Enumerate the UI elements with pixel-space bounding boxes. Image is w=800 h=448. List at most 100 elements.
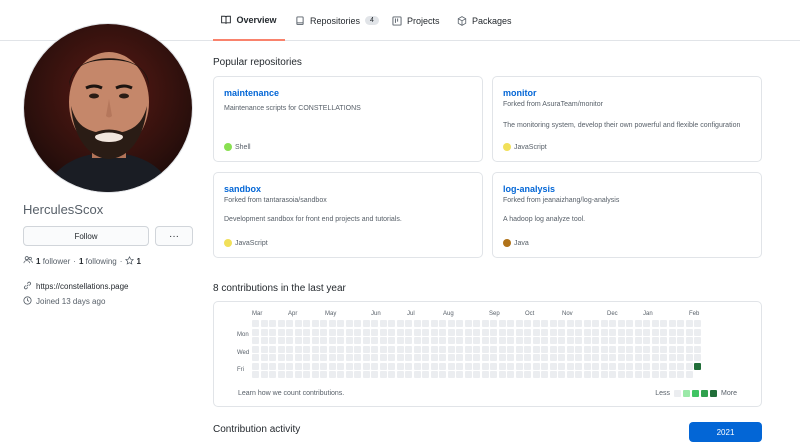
contribution-day-cell[interactable] bbox=[685, 328, 693, 336]
tab-packages[interactable]: Packages bbox=[457, 0, 512, 41]
contribution-day-cell[interactable] bbox=[473, 345, 480, 353]
contribution-day-cell[interactable] bbox=[583, 345, 591, 353]
contribution-day-cell[interactable] bbox=[634, 345, 642, 353]
contribution-day-cell[interactable] bbox=[617, 328, 625, 336]
contribution-day-cell[interactable] bbox=[413, 328, 421, 336]
contribution-day-cell[interactable] bbox=[481, 320, 489, 327]
contribution-day-cell[interactable] bbox=[490, 320, 497, 327]
repo-name-link[interactable]: log-analysis bbox=[503, 184, 555, 194]
contribution-day-cell[interactable] bbox=[660, 337, 667, 344]
contribution-day-cell[interactable] bbox=[430, 328, 438, 336]
contribution-day-cell[interactable] bbox=[354, 354, 361, 361]
contribution-day-cell[interactable] bbox=[583, 328, 591, 336]
contribution-day-cell[interactable] bbox=[651, 328, 659, 336]
contribution-day-cell[interactable] bbox=[277, 320, 285, 327]
contribution-day-cell[interactable] bbox=[515, 345, 523, 353]
contribution-day-cell[interactable] bbox=[447, 354, 455, 361]
contribution-day-cell[interactable] bbox=[337, 328, 344, 336]
contribution-day-cell[interactable] bbox=[566, 345, 574, 353]
contribution-day-cell[interactable] bbox=[311, 354, 319, 361]
contribution-day-cell[interactable] bbox=[677, 362, 684, 370]
contribution-day-cell[interactable] bbox=[379, 320, 387, 327]
contribution-day-cell[interactable] bbox=[396, 328, 404, 336]
contribution-day-cell[interactable] bbox=[549, 328, 557, 336]
contribution-day-cell[interactable] bbox=[592, 362, 599, 370]
contribution-day-cell[interactable] bbox=[396, 337, 404, 344]
contribution-day-cell[interactable] bbox=[634, 362, 642, 370]
contribution-day-cell[interactable] bbox=[507, 354, 514, 361]
contribution-day-cell[interactable] bbox=[252, 328, 259, 336]
contribution-day-cell[interactable] bbox=[405, 362, 412, 370]
contribution-day-cell[interactable] bbox=[447, 337, 455, 344]
contribution-day-cell[interactable] bbox=[320, 320, 327, 327]
contribution-day-cell[interactable] bbox=[609, 320, 616, 327]
contribution-day-cell[interactable] bbox=[252, 337, 259, 344]
contribution-day-cell[interactable] bbox=[303, 345, 310, 353]
contribution-day-cell[interactable] bbox=[464, 362, 472, 370]
contribution-day-cell[interactable] bbox=[371, 354, 378, 361]
contribution-day-cell[interactable] bbox=[277, 362, 285, 370]
contribution-day-cell[interactable] bbox=[354, 337, 361, 344]
contribution-day-cell[interactable] bbox=[498, 362, 506, 370]
contribution-day-cell[interactable] bbox=[413, 320, 421, 327]
contribution-day-cell[interactable] bbox=[685, 371, 693, 378]
contribution-day-cell[interactable] bbox=[311, 371, 319, 378]
contribution-day-cell[interactable] bbox=[362, 345, 370, 353]
contribution-day-cell[interactable] bbox=[371, 337, 378, 344]
contribution-day-cell[interactable] bbox=[507, 371, 514, 378]
contribution-day-cell[interactable] bbox=[677, 320, 684, 327]
contribution-day-cell[interactable] bbox=[396, 371, 404, 378]
contribution-day-cell[interactable] bbox=[286, 354, 293, 361]
contribution-day-cell[interactable] bbox=[685, 337, 693, 344]
contribution-day-cell[interactable] bbox=[575, 328, 582, 336]
contribution-day-cell[interactable] bbox=[694, 328, 701, 336]
contribution-day-cell[interactable] bbox=[617, 371, 625, 378]
contribution-day-cell[interactable] bbox=[592, 320, 599, 327]
contribution-day-cell[interactable] bbox=[371, 328, 378, 336]
contribution-day-cell[interactable] bbox=[558, 345, 565, 353]
contribution-day-cell[interactable] bbox=[328, 320, 336, 327]
contribution-day-cell[interactable] bbox=[362, 320, 370, 327]
contribution-day-cell[interactable] bbox=[413, 362, 421, 370]
contribution-day-cell[interactable] bbox=[294, 328, 302, 336]
contribution-day-cell[interactable] bbox=[456, 320, 463, 327]
contribution-day-cell[interactable] bbox=[269, 328, 276, 336]
contribution-day-cell[interactable] bbox=[668, 354, 676, 361]
contribution-day-cell[interactable] bbox=[558, 362, 565, 370]
contribution-day-cell[interactable] bbox=[303, 328, 310, 336]
contribution-day-cell[interactable] bbox=[524, 320, 531, 327]
contribution-day-cell[interactable] bbox=[558, 337, 565, 344]
contribution-day-cell[interactable] bbox=[677, 337, 684, 344]
contribution-day-cell[interactable] bbox=[277, 345, 285, 353]
contribution-day-cell[interactable] bbox=[473, 320, 480, 327]
contribution-day-cell[interactable] bbox=[269, 345, 276, 353]
contribution-day-cell[interactable] bbox=[575, 362, 582, 370]
contribution-day-cell[interactable] bbox=[286, 345, 293, 353]
contribution-day-cell[interactable] bbox=[345, 362, 353, 370]
contribution-day-cell[interactable] bbox=[694, 337, 701, 344]
contribution-day-cell[interactable] bbox=[524, 337, 531, 344]
contribution-day-cell[interactable] bbox=[320, 328, 327, 336]
contribution-day-cell[interactable] bbox=[558, 371, 565, 378]
contribution-day-cell[interactable] bbox=[422, 328, 429, 336]
contribution-day-cell[interactable] bbox=[277, 328, 285, 336]
contribution-day-cell[interactable] bbox=[626, 328, 633, 336]
contribution-day-cell[interactable] bbox=[388, 371, 395, 378]
contribution-day-cell[interactable] bbox=[643, 337, 650, 344]
contribution-day-cell[interactable] bbox=[294, 354, 302, 361]
contribution-day-cell[interactable] bbox=[592, 354, 599, 361]
contribution-day-cell[interactable] bbox=[464, 354, 472, 361]
contribution-day-cell[interactable] bbox=[575, 371, 582, 378]
contribution-day-cell[interactable] bbox=[396, 354, 404, 361]
contribution-day-cell[interactable] bbox=[651, 320, 659, 327]
contribution-day-cell[interactable] bbox=[337, 320, 344, 327]
contribution-day-cell[interactable] bbox=[626, 354, 633, 361]
contribution-day-cell[interactable] bbox=[379, 328, 387, 336]
contribution-day-cell[interactable] bbox=[532, 337, 540, 344]
contribution-day-cell[interactable] bbox=[694, 354, 701, 361]
contribution-day-cell[interactable] bbox=[430, 371, 438, 378]
tab-overview[interactable]: Overview bbox=[213, 0, 285, 41]
contribution-day-cell[interactable] bbox=[651, 337, 659, 344]
contribution-day-cell[interactable] bbox=[328, 345, 336, 353]
contribution-day-cell[interactable] bbox=[464, 337, 472, 344]
